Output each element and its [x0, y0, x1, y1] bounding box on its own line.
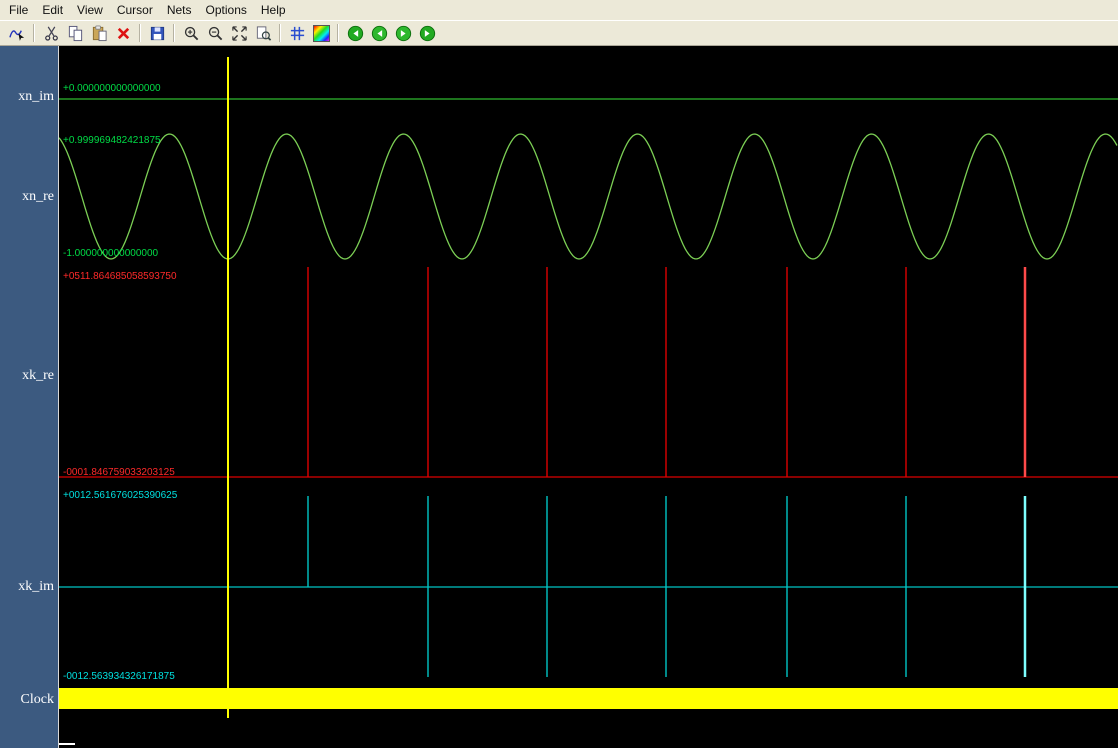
waveform-svg — [59, 98, 1118, 709]
toolbar-separator — [337, 24, 339, 42]
zoom-out-button[interactable] — [204, 22, 226, 44]
xk_re-min-label: -0001.846759033203125 — [63, 467, 175, 478]
zoom-fit-button[interactable] — [228, 22, 250, 44]
zoom-window-icon — [256, 25, 271, 41]
toolbar-separator — [279, 24, 281, 42]
nav-next-icon — [395, 25, 411, 41]
time-cursor[interactable] — [227, 57, 229, 718]
clock-trace — [59, 688, 1118, 709]
menu-view[interactable]: View — [70, 1, 110, 20]
xn_im-value-label: +0.000000000000000 — [63, 83, 161, 94]
nav-last-icon — [419, 25, 435, 41]
save-button[interactable] — [146, 22, 168, 44]
nav-last-button[interactable] — [416, 22, 438, 44]
menu-help[interactable]: Help — [254, 1, 293, 20]
zoom-in-icon — [184, 26, 198, 40]
toolbar-separator — [139, 24, 141, 42]
xn_re-min-label: -1.000000000000000 — [63, 248, 159, 259]
menu-file[interactable]: File — [2, 1, 35, 20]
delete-button[interactable] — [112, 22, 134, 44]
xn-re-trace — [59, 133, 1118, 260]
nav-prev-icon — [371, 25, 387, 41]
toolbar — [0, 20, 1118, 46]
paste-icon — [92, 24, 107, 41]
save-icon — [150, 26, 164, 40]
menu-bar: File Edit View Cursor Nets Options Help — [0, 0, 1118, 20]
xk_re-max-label: +0511.864685058593750 — [63, 271, 177, 282]
delete-icon — [117, 27, 129, 39]
signal-tool-button[interactable] — [6, 22, 28, 44]
grid-button[interactable] — [286, 22, 308, 44]
menu-edit[interactable]: Edit — [35, 1, 70, 20]
cut-icon — [44, 26, 58, 41]
nav-first-button[interactable] — [344, 22, 366, 44]
zoom-in-button[interactable] — [180, 22, 202, 44]
menu-options[interactable]: Options — [199, 1, 254, 20]
signal-label-clock[interactable]: Clock — [0, 692, 58, 708]
nav-prev-button[interactable] — [368, 22, 390, 44]
copy-icon — [68, 25, 82, 41]
toolbar-separator — [173, 24, 175, 42]
cut-button[interactable] — [40, 22, 62, 44]
zoom-fit-icon — [231, 25, 247, 41]
xn_re-max-label: +0.999969482421875 — [63, 135, 161, 146]
palette-button[interactable] — [310, 22, 332, 44]
main-content: xn_im xn_re xk_re xk_im Clock +0.00000000000… — [0, 46, 1118, 748]
signal-label-xk_re[interactable]: xk_re — [0, 368, 58, 384]
zoom-window-button[interactable] — [252, 22, 274, 44]
zoom-out-icon — [208, 26, 222, 40]
nav-next-button[interactable] — [392, 22, 414, 44]
waveform-canvas[interactable]: +0.000000000000000 +0.999969482421875 -1.0… — [58, 46, 1118, 748]
signal-tool-icon — [8, 29, 24, 41]
nav-first-icon — [347, 25, 363, 41]
grid-icon — [290, 26, 304, 40]
paste-button[interactable] — [88, 22, 110, 44]
signal-name-panel: xn_im xn_re xk_re xk_im Clock — [0, 46, 58, 748]
signal-label-xn_re[interactable]: xn_re — [0, 189, 58, 205]
menu-nets[interactable]: Nets — [160, 1, 199, 20]
waveform-viewer-window: File Edit View Cursor Nets Options Help xn_im x… — [0, 0, 1118, 748]
signal-label-xk_im[interactable]: xk_im — [0, 579, 58, 595]
toolbar-separator — [33, 24, 35, 42]
xk_im-min-label: -0012.563934326171875 — [63, 671, 175, 682]
signal-label-xn_im[interactable]: xn_im — [0, 89, 58, 105]
menu-cursor[interactable]: Cursor — [110, 1, 160, 20]
scroll-corner — [59, 743, 75, 745]
xk_im-max-label: +0012.561676025390625 — [63, 490, 178, 501]
palette-icon — [312, 24, 330, 42]
copy-button[interactable] — [64, 22, 86, 44]
